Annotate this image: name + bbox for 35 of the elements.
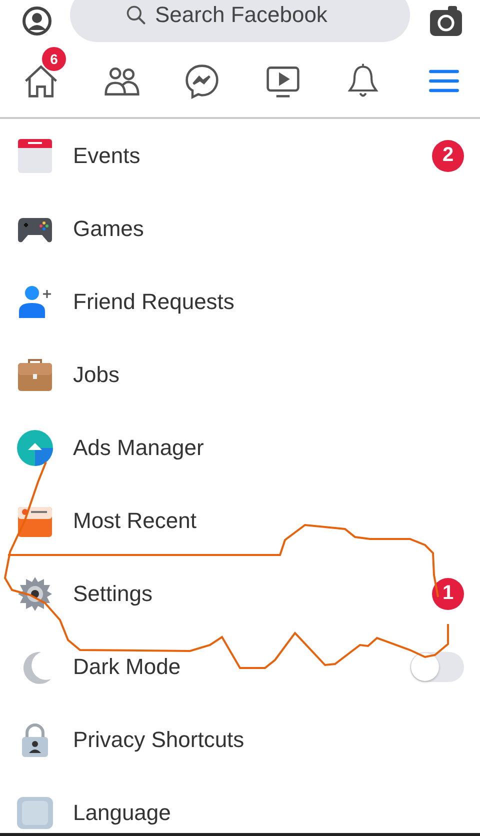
briefcase-icon	[17, 356, 53, 392]
menu-item[interactable]: Ads Manager	[0, 411, 480, 484]
settings-icon	[17, 576, 53, 612]
menu-label: Settings	[73, 580, 154, 606]
notification-badge: 1	[432, 578, 464, 610]
menu-label: Ads Manager	[73, 434, 205, 460]
search-icon	[125, 4, 147, 26]
menu-item[interactable]: Most Recent	[0, 484, 480, 557]
messenger-icon	[183, 62, 222, 100]
add-friend-icon	[17, 284, 53, 320]
search-bar[interactable]: Search Facebook	[70, 0, 410, 42]
menu-label: Most Recent	[73, 508, 198, 534]
menu-item[interactable]: Games	[0, 192, 480, 265]
camera-icon[interactable]	[430, 6, 462, 36]
menu-label: Jobs	[73, 362, 120, 388]
menu-label: Events	[73, 142, 142, 168]
menu-label: Language	[73, 800, 172, 826]
menu-item[interactable]: Events 2	[0, 119, 480, 192]
profile-icon[interactable]	[22, 6, 52, 36]
menu-item[interactable]: Privacy Shortcuts	[0, 703, 480, 776]
menu-item[interactable]: Settings 1	[0, 557, 480, 630]
menu-item[interactable]: Friend Requests	[0, 265, 480, 338]
menu-label: Games	[73, 216, 145, 242]
menu-item[interactable]: Dark Mode	[0, 630, 480, 703]
toggle-switch[interactable]	[410, 652, 464, 682]
search-input[interactable]: Search Facebook	[155, 2, 355, 28]
menu-item[interactable]: Jobs	[0, 338, 480, 411]
notification-badge: 2	[432, 140, 464, 172]
calendar-icon	[17, 138, 53, 174]
notification-badge: 6	[42, 46, 66, 70]
menu-label: Friend Requests	[73, 288, 236, 314]
nav-tab[interactable]: 6	[22, 46, 70, 100]
menu-label: Privacy Shortcuts	[73, 726, 246, 752]
menu-item[interactable]: Language	[0, 776, 480, 833]
menu-label: Dark Mode	[73, 654, 182, 680]
